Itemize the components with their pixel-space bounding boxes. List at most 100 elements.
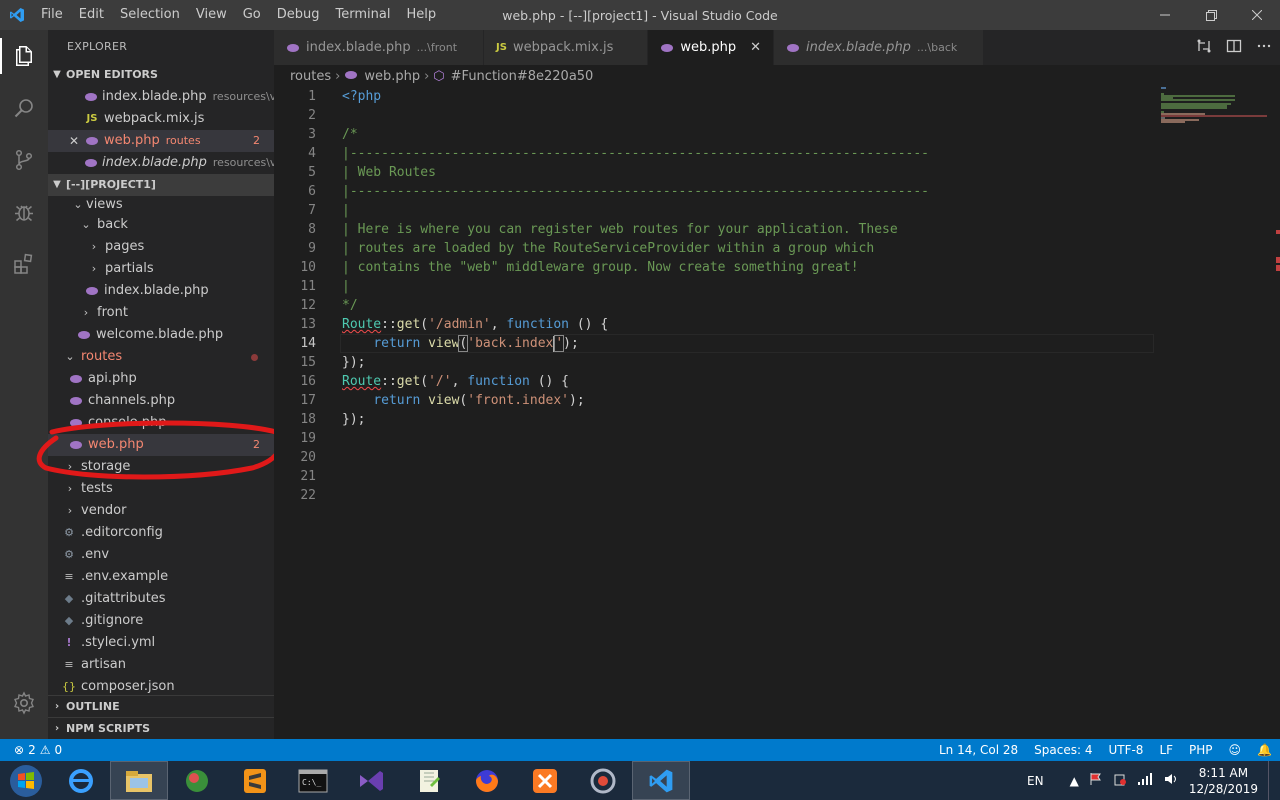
menu-edit[interactable]: Edit: [71, 0, 112, 30]
more-actions-icon[interactable]: [1256, 38, 1272, 58]
menu-help[interactable]: Help: [398, 0, 444, 30]
outline-header[interactable]: › OUTLINE: [48, 695, 274, 717]
open-editor-item[interactable]: index.blade.php resources\vi...: [48, 86, 274, 108]
menu-go[interactable]: Go: [235, 0, 269, 30]
close-icon[interactable]: ✕: [66, 130, 82, 152]
search-icon[interactable]: [0, 82, 48, 134]
tree-file-welcome-blade[interactable]: welcome.blade.php: [48, 324, 274, 346]
split-editor-icon[interactable]: [1226, 38, 1242, 58]
indentation[interactable]: Spaces: 4: [1034, 743, 1092, 757]
php-elephant-icon: [68, 396, 84, 406]
tree-file-styleci[interactable]: ! .styleci.yml: [48, 632, 274, 654]
tree-file-gitignore[interactable]: ◆ .gitignore: [48, 610, 274, 632]
problems-indicator[interactable]: ⊗ 2 ⚠ 0: [0, 743, 62, 757]
file-explorer-icon[interactable]: [110, 761, 168, 800]
open-changes-icon[interactable]: [1196, 38, 1212, 58]
open-editor-item-active[interactable]: ✕ web.php routes 2: [48, 130, 274, 152]
open-editor-item[interactable]: JS webpack.mix.js: [48, 108, 274, 130]
tree-file-api[interactable]: api.php: [48, 368, 274, 390]
tree-file-index-blade[interactable]: index.blade.php: [48, 280, 274, 302]
network-signal-icon[interactable]: [1137, 772, 1153, 789]
tray-expand-icon[interactable]: ▲: [1070, 774, 1079, 788]
tree-folder-routes[interactable]: ⌄ routes: [48, 346, 274, 368]
tree-file-channels[interactable]: channels.php: [48, 390, 274, 412]
tree-file-env[interactable]: ⚙ .env: [48, 544, 274, 566]
project-header[interactable]: ▼ [--][PROJECT1]: [48, 174, 274, 196]
notepad-plus-plus-icon[interactable]: [400, 761, 458, 800]
action-center-flag-icon[interactable]: [1089, 772, 1103, 789]
editor-scrollbar[interactable]: [1268, 87, 1280, 739]
breadcrumb-file[interactable]: web.php: [364, 69, 420, 84]
tree-folder-views[interactable]: ⌄ views: [48, 196, 274, 214]
tab-index-blade-front[interactable]: index.blade.php ...\front: [274, 30, 485, 65]
js-icon: JS: [496, 42, 507, 53]
open-editors-header[interactable]: ▼ OPEN EDITORS: [48, 64, 274, 86]
sidebar-bottom-sections: › OUTLINE › NPM SCRIPTS: [48, 695, 274, 739]
debug-icon[interactable]: [0, 186, 48, 238]
internet-explorer-icon[interactable]: [52, 761, 110, 800]
tree-folder-tests[interactable]: › tests: [48, 478, 274, 500]
status-bar: ⊗ 2 ⚠ 0 Ln 14, Col 28 Spaces: 4 UTF-8 LF…: [0, 739, 1280, 761]
npm-scripts-header[interactable]: › NPM SCRIPTS: [48, 717, 274, 739]
sublime-text-icon[interactable]: [226, 761, 284, 800]
volume-icon[interactable]: [1163, 772, 1179, 789]
line-ending[interactable]: LF: [1159, 743, 1173, 757]
firefox-icon[interactable]: [458, 761, 516, 800]
system-tray: EN ▲ 8:11 AM 12/28/2019: [1027, 761, 1280, 800]
open-editor-item[interactable]: index.blade.php resources\vi...: [48, 152, 274, 174]
swirl-app-icon[interactable]: [574, 761, 632, 800]
vscode-taskbar-icon[interactable]: [632, 761, 690, 800]
window-controls: [1142, 0, 1280, 30]
close-tab-icon[interactable]: ✕: [750, 40, 761, 55]
feedback-smiley-icon[interactable]: ☺: [1229, 743, 1242, 757]
breadcrumb-folder[interactable]: routes: [290, 69, 331, 84]
language-mode[interactable]: PHP: [1189, 743, 1213, 757]
tree-folder-front[interactable]: › front: [48, 302, 274, 324]
command-prompt-icon[interactable]: C:\_: [284, 761, 342, 800]
xampp-icon[interactable]: [516, 761, 574, 800]
windows-start-icon[interactable]: [0, 761, 52, 800]
tree-file-env-example[interactable]: ≡ .env.example: [48, 566, 274, 588]
clock[interactable]: 8:11 AM 12/28/2019: [1189, 765, 1258, 797]
settings-gear-icon[interactable]: [0, 677, 48, 729]
menu-selection[interactable]: Selection: [112, 0, 188, 30]
minimap[interactable]: [1154, 87, 1268, 739]
menu-view[interactable]: View: [188, 0, 235, 30]
tree-file-gitattributes[interactable]: ◆ .gitattributes: [48, 588, 274, 610]
tree-file-web[interactable]: web.php 2: [48, 434, 274, 456]
visual-studio-icon[interactable]: [342, 761, 400, 800]
tree-file-artisan[interactable]: ≡ artisan: [48, 654, 274, 676]
php-elephant-icon: [84, 136, 100, 146]
minimize-button[interactable]: [1142, 0, 1188, 30]
menu-file[interactable]: File: [33, 0, 71, 30]
close-window-button[interactable]: [1234, 0, 1280, 30]
tree-folder-partials[interactable]: › partials: [48, 258, 274, 280]
tab-web-php[interactable]: web.php ✕: [648, 30, 775, 65]
menu-terminal[interactable]: Terminal: [328, 0, 399, 30]
source-control-icon[interactable]: [0, 134, 48, 186]
notifications-bell-icon[interactable]: 🔔: [1257, 743, 1272, 757]
code-line: 18});: [300, 412, 366, 427]
tab-index-blade-back[interactable]: index.blade.php ...\back: [774, 30, 985, 65]
php-elephant-icon: [68, 374, 84, 384]
tree-folder-pages[interactable]: › pages: [48, 236, 274, 258]
code-editor[interactable]: 1 <?php 2 3/* 4 |-------------------------…: [274, 87, 1154, 739]
tree-file-console[interactable]: console.php: [48, 412, 274, 434]
input-language[interactable]: EN: [1027, 774, 1044, 788]
tree-file-editorconfig[interactable]: ⚙ .editorconfig: [48, 522, 274, 544]
tree-folder-back[interactable]: ⌄ back: [48, 214, 274, 236]
menu-debug[interactable]: Debug: [269, 0, 328, 30]
encoding[interactable]: UTF-8: [1108, 743, 1143, 757]
globe-app-icon[interactable]: [168, 761, 226, 800]
explorer-icon[interactable]: [0, 30, 48, 82]
breadcrumb-symbol[interactable]: #Function#8e220a50: [451, 69, 594, 84]
tab-webpack-mix[interactable]: JS webpack.mix.js: [484, 30, 649, 65]
tree-folder-vendor[interactable]: › vendor: [48, 500, 274, 522]
tray-alert-icon[interactable]: [1113, 772, 1127, 789]
cursor-position[interactable]: Ln 14, Col 28: [939, 743, 1018, 757]
extensions-icon[interactable]: [0, 238, 48, 290]
show-desktop-button[interactable]: [1268, 761, 1272, 800]
restore-button[interactable]: [1188, 0, 1234, 30]
tree-folder-storage[interactable]: › storage: [48, 456, 274, 478]
chevron-down-icon: ⌄: [81, 218, 91, 231]
